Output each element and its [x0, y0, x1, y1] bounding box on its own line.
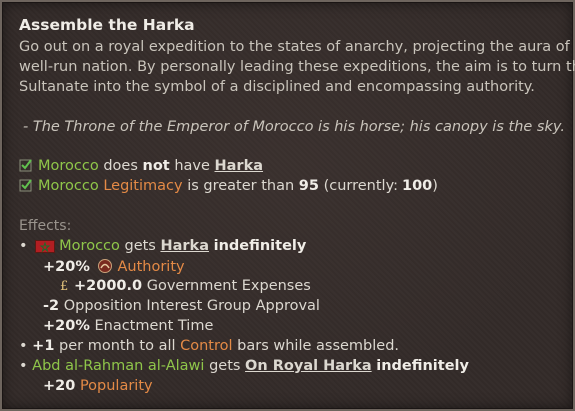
- requirement-row: Morocco Legitimacy is greater than 95 (c…: [19, 178, 438, 194]
- bullet: •: [19, 338, 28, 354]
- modifier-value: -2: [43, 298, 60, 314]
- on-royal-harka-link[interactable]: On Royal Harka: [245, 358, 372, 374]
- modifier-label[interactable]: Authority: [117, 259, 184, 275]
- modifier-row: +20 Popularity: [43, 378, 153, 394]
- modifier-label: Enactment Time: [94, 318, 214, 334]
- modifier-value: +20%: [43, 259, 90, 275]
- effect-value: +1: [32, 338, 55, 354]
- flag-icon: [35, 240, 56, 253]
- decision-tooltip: Assemble the Harka Go out on a royal exp…: [0, 0, 575, 411]
- country-link[interactable]: Morocco: [38, 178, 99, 194]
- country-link[interactable]: Morocco: [59, 238, 120, 254]
- country-link[interactable]: Morocco: [38, 158, 99, 174]
- modifier-row: -2 Opposition Interest Group Approval: [43, 298, 320, 314]
- authority-icon: [98, 259, 113, 273]
- legitimacy-link[interactable]: Legitimacy: [103, 178, 182, 194]
- modifier-row: £ +2000.0 Government Expenses: [43, 278, 311, 294]
- popularity-link[interactable]: Popularity: [80, 378, 153, 394]
- req-text: have: [174, 158, 210, 174]
- description-line-3: Sultanate into the symbol of a disciplin…: [19, 79, 535, 95]
- req-current-label: (currently:: [323, 178, 398, 194]
- modifier-label: Government Expenses: [146, 278, 311, 294]
- effect-text: gets: [209, 358, 241, 374]
- effect-duration: indefinitely: [213, 238, 307, 254]
- control-link[interactable]: Control: [180, 338, 232, 354]
- effect-duration: indefinitely: [376, 358, 469, 374]
- character-link[interactable]: Abd al-Rahman al-Alawi: [32, 358, 204, 374]
- bullet: •: [19, 238, 28, 254]
- req-close: ): [432, 178, 438, 194]
- req-value: 95: [298, 178, 319, 194]
- req-current-value: 100: [402, 178, 433, 194]
- modifier-value: +20%: [43, 318, 90, 334]
- effect-text: gets: [124, 238, 156, 254]
- effect-row: • Morocco gets Harka indefinitely: [19, 238, 306, 254]
- bullet: •: [19, 358, 28, 374]
- money-icon: £: [60, 279, 68, 293]
- req-text: does: [103, 158, 138, 174]
- modifier-value: +20: [43, 378, 76, 394]
- checkmark-icon: [19, 159, 32, 172]
- effect-row: • +1 per month to all Control bars while…: [19, 338, 399, 354]
- harka-link[interactable]: Harka: [215, 158, 264, 174]
- description-line-1: Go out on a royal expedition to the stat…: [19, 39, 575, 55]
- modifier-row: +20% Authority: [43, 258, 185, 275]
- effects-label: Effects:: [19, 218, 72, 234]
- effect-text: per month to all: [59, 338, 176, 354]
- modifier-row: +20% Enactment Time: [43, 318, 213, 334]
- harka-link[interactable]: Harka: [160, 238, 209, 254]
- req-text: is greater than: [187, 178, 295, 194]
- requirement-row: Morocco does not have Harka: [19, 158, 263, 174]
- effect-text: bars while assembled.: [237, 338, 400, 354]
- checkmark-icon: [19, 179, 32, 192]
- modifier-label: Opposition Interest Group Approval: [63, 298, 320, 314]
- modifier-value: +2000.0: [74, 278, 143, 294]
- tooltip-title: Assemble the Harka: [19, 16, 195, 34]
- description-line-2: well-run nation. By personally leading t…: [19, 59, 575, 75]
- svg-text:£: £: [60, 279, 68, 293]
- req-not: not: [142, 158, 170, 174]
- effect-row: • Abd al-Rahman al-Alawi gets On Royal H…: [19, 358, 469, 374]
- flavor-quote: - The Throne of the Emperor of Morocco i…: [23, 119, 565, 135]
